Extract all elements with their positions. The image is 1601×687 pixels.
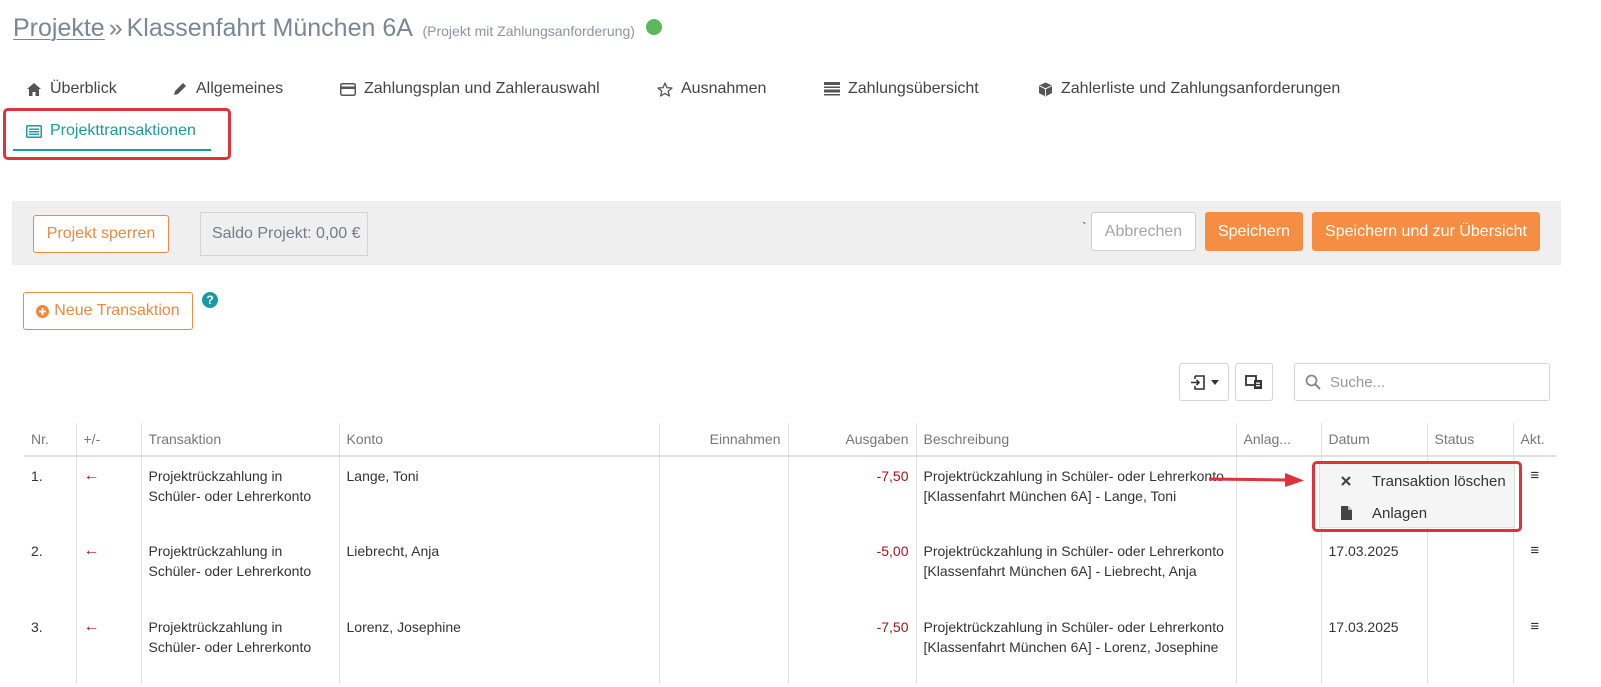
arrow-left-icon: ← xyxy=(75,532,141,608)
tab-label: Zahlungsübersicht xyxy=(848,80,979,97)
cell-ausgaben: -5,00 xyxy=(787,532,916,608)
project-type: (Projekt mit Zahlungsanforderung) xyxy=(422,23,635,39)
tab-zahlerliste[interactable]: Zahlerliste und Zahlungsanforderungen xyxy=(1037,80,1340,98)
save-and-overview-button[interactable]: Speichern und zur Übersicht xyxy=(1312,212,1540,251)
cell-nr: 3. xyxy=(31,619,43,635)
tab-ausnahmen[interactable]: Ausnahmen xyxy=(657,80,766,98)
tab-label: Ausnahmen xyxy=(681,80,767,97)
arrow-left-icon: ← xyxy=(75,608,141,684)
cell-nr: 2. xyxy=(31,543,43,559)
cell-ausgaben: -7,50 xyxy=(787,608,916,684)
home-icon xyxy=(26,81,42,97)
cube-icon xyxy=(1037,81,1053,97)
cell-status xyxy=(1426,608,1513,684)
tab-highlight-annotation xyxy=(3,108,231,160)
cell-einnahmen xyxy=(658,532,788,608)
annotation-arrow-icon xyxy=(1209,473,1304,487)
column-header-anlagen[interactable]: Anlag... xyxy=(1235,423,1321,457)
pencil-icon xyxy=(172,81,188,97)
cell-anlagen xyxy=(1235,608,1321,684)
tab-zahlungsuebersicht[interactable]: Zahlungsübersicht xyxy=(824,80,979,98)
lock-project-button[interactable]: Projekt sperren xyxy=(33,215,169,253)
column-header-einnahmen[interactable]: Einnahmen xyxy=(658,423,788,457)
row-actions-menu-icon[interactable]: ≡ xyxy=(1512,532,1556,608)
new-transaction-button[interactable]: Neue Transaktion xyxy=(23,292,193,330)
cell-beschreibung: Projektrückzahlung in Schüler- oder Lehr… xyxy=(915,456,1236,532)
cell-beschreibung: Projektrückzahlung in Schüler- oder Lehr… xyxy=(915,608,1236,684)
breadcrumb-separator: » xyxy=(108,14,123,42)
cell-transaktion: Projektrückzahlung in Schüler- oder Lehr… xyxy=(140,456,339,532)
search-input[interactable] xyxy=(1330,373,1530,391)
tab-allgemeines[interactable]: Allgemeines xyxy=(172,80,283,98)
tab-label: Zahlerliste und Zahlungsanforderungen xyxy=(1061,80,1341,97)
list-icon xyxy=(824,81,840,97)
columns-icon xyxy=(1245,374,1263,390)
search-icon xyxy=(1305,374,1321,390)
tab-label: Allgemeines xyxy=(196,80,284,97)
caret-down-icon xyxy=(1210,379,1219,385)
table-row: 2. ← Projektrückzahlung in Schüler- oder… xyxy=(24,532,1556,608)
arrow-left-icon: ← xyxy=(75,456,141,532)
plus-circle-icon xyxy=(36,304,50,318)
cell-transaktion: Projektrückzahlung in Schüler- oder Lehr… xyxy=(140,532,339,608)
cell-ausgaben: -7,50 xyxy=(787,456,916,532)
column-header-transaktion[interactable]: Transaktion xyxy=(140,423,339,457)
column-toggle-button[interactable] xyxy=(1235,363,1273,401)
cell-transaktion: Projektrückzahlung in Schüler- oder Lehr… xyxy=(140,608,339,684)
export-icon xyxy=(1190,374,1205,390)
column-header-datum[interactable]: Datum xyxy=(1320,423,1427,457)
breadcrumb-link-projekte[interactable]: Projekte xyxy=(13,14,105,42)
page-title: Projekte» Klassenfahrt München 6A (Projek… xyxy=(13,14,662,43)
export-dropdown-button[interactable] xyxy=(1179,363,1229,401)
tab-label: Zahlungsplan und Zahlerauswahl xyxy=(364,80,600,97)
tab-zahlungsplan[interactable]: Zahlungsplan und Zahlerauswahl xyxy=(340,80,600,98)
column-header-beschreibung[interactable]: Beschreibung xyxy=(915,423,1236,457)
cancel-button[interactable]: Abbrechen xyxy=(1091,212,1196,251)
cell-konto: Lorenz, Josephine xyxy=(338,608,659,684)
cell-datum: 17.03.2025 xyxy=(1320,532,1427,608)
star-icon xyxy=(657,81,673,97)
cell-konto: Lange, Toni xyxy=(338,456,659,532)
column-header-ausgaben[interactable]: Ausgaben xyxy=(787,423,916,457)
cell-status xyxy=(1426,532,1513,608)
status-indicator xyxy=(645,19,662,36)
cell-konto: Liebrecht, Anja xyxy=(338,532,659,608)
tab-ueberblick[interactable]: Überblick xyxy=(26,80,117,98)
cell-einnahmen xyxy=(658,456,788,532)
help-icon[interactable]: ? xyxy=(202,292,218,308)
column-header-sign[interactable]: +/- xyxy=(75,423,141,457)
cell-nr: 1. xyxy=(31,468,43,484)
stray-backtick: ` xyxy=(1082,219,1087,235)
column-header-status[interactable]: Status xyxy=(1426,423,1513,457)
menu-highlight-annotation xyxy=(1312,461,1522,532)
search-box xyxy=(1294,363,1550,401)
save-button[interactable]: Speichern xyxy=(1205,212,1303,251)
project-balance: Saldo Projekt: 0,00 € xyxy=(200,212,368,256)
tab-label: Überblick xyxy=(50,80,117,97)
table-row: 3. ← Projektrückzahlung in Schüler- oder… xyxy=(24,608,1556,684)
column-header-nr[interactable]: Nr. xyxy=(24,423,76,457)
new-transaction-label: Neue Transaktion xyxy=(54,302,180,319)
table-header-row: Nr. +/- Transaktion Konto Einnahmen Ausg… xyxy=(24,423,1556,457)
project-name: Klassenfahrt München 6A xyxy=(126,14,412,42)
cell-anlagen xyxy=(1235,532,1321,608)
credit-card-icon xyxy=(340,81,356,97)
row-actions-menu-icon[interactable]: ≡ xyxy=(1512,608,1556,684)
cell-datum: 17.03.2025 xyxy=(1320,608,1427,684)
column-header-aktionen: Akt. xyxy=(1512,423,1556,457)
column-header-konto[interactable]: Konto xyxy=(338,423,659,457)
cell-einnahmen xyxy=(658,608,788,684)
cell-anlagen xyxy=(1235,456,1321,532)
cell-beschreibung: Projektrückzahlung in Schüler- oder Lehr… xyxy=(915,532,1236,608)
